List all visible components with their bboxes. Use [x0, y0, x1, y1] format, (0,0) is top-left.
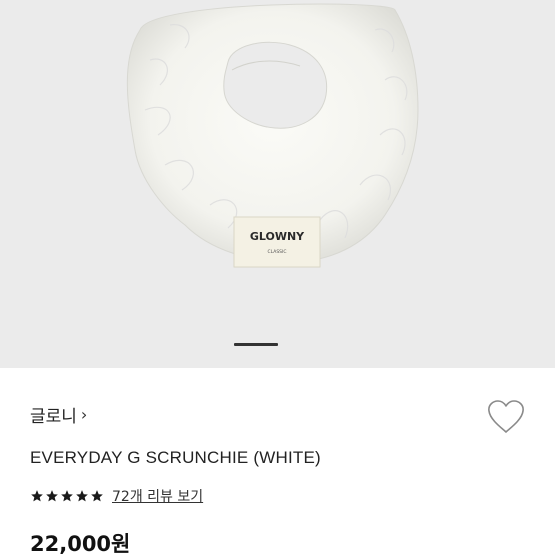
- rating-row: 72개 리뷰 보기: [30, 486, 203, 506]
- star-filled-icon: [61, 490, 73, 502]
- scrunchie-hole: [223, 41, 328, 129]
- star-filled-icon: [91, 490, 103, 502]
- product-image[interactable]: GLOWNY CLASSIC: [0, 0, 555, 368]
- heart-outline-icon: [488, 400, 524, 433]
- brand-tag: GLOWNY CLASSIC: [233, 216, 321, 268]
- carousel-indicator[interactable]: [234, 343, 278, 346]
- product-info: 글로니 › EVERYDAY G SCRUNCHIE (WHITE) 72개 리…: [0, 368, 555, 556]
- brand-name: 글로니: [30, 407, 77, 427]
- star-filled-icon: [46, 490, 58, 502]
- product-price: 22,000원: [30, 532, 131, 556]
- star-filled-icon: [31, 490, 43, 502]
- svg-text:GLOWNY: GLOWNY: [250, 230, 305, 243]
- reviews-link[interactable]: 72개 리뷰 보기: [112, 486, 203, 506]
- brand-link[interactable]: 글로니 ›: [30, 402, 87, 427]
- scrunchie-photo: GLOWNY CLASSIC: [126, 3, 419, 268]
- chevron-right-icon: ›: [80, 405, 88, 424]
- star-rating: [30, 489, 104, 503]
- wishlist-button[interactable]: [486, 399, 526, 435]
- product-title: EVERYDAY G SCRUNCHIE (WHITE): [30, 448, 321, 467]
- svg-text:CLASSIC: CLASSIC: [267, 249, 286, 255]
- star-filled-icon: [76, 490, 88, 502]
